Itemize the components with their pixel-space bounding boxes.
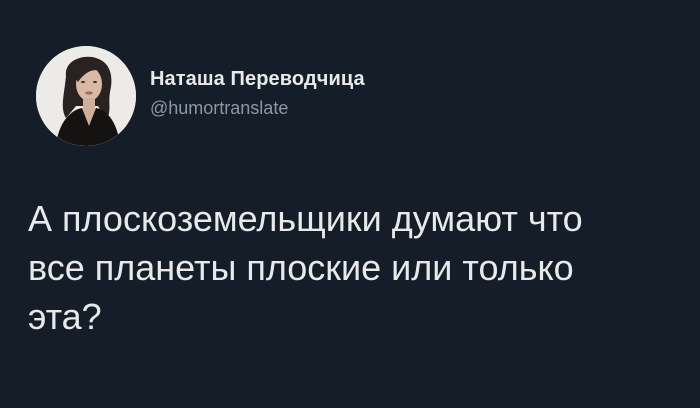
tweet-text: А плоскоземельщики думают что все планет… [28, 198, 583, 337]
avatar[interactable] [36, 46, 136, 146]
user-info: Наташа Переводчица @humortranslate [150, 67, 365, 120]
avatar-photo-icon [36, 46, 136, 146]
user-handle[interactable]: @humortranslate [150, 96, 365, 120]
tweet-card: Наташа Переводчица @humortranslate А пло… [0, 0, 700, 408]
tweet-header: Наташа Переводчица @humortranslate [36, 46, 365, 146]
display-name[interactable]: Наташа Переводчица [150, 67, 365, 91]
